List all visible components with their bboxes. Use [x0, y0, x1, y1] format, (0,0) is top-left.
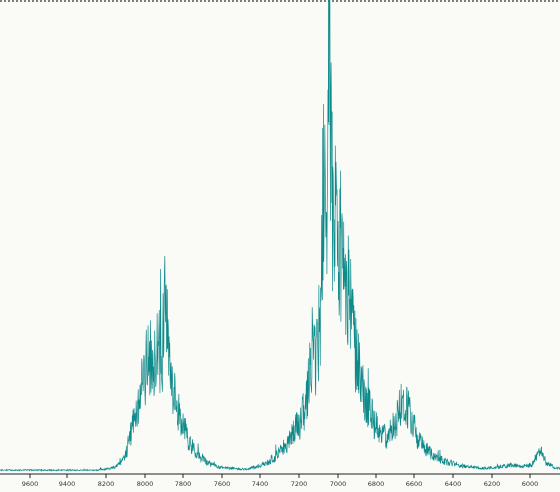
x-tick-label: 6200: [484, 480, 501, 488]
x-tick-label: 6800: [368, 480, 385, 488]
x-tick-label: 7000: [330, 480, 347, 488]
x-tick-label: 7600: [214, 480, 231, 488]
x-tick-label: 7800: [175, 480, 192, 488]
x-tick-label: 6600: [406, 480, 423, 488]
x-tick-label: 6400: [445, 480, 462, 488]
x-tick-label: 7200: [291, 480, 308, 488]
x-axis-ticks: 9600 9400 8200 8000 7800 7600 7400 7200 7000 6800…: [22, 474, 539, 488]
x-tick-label: 8200: [98, 480, 115, 488]
x-tick-label: 7400: [252, 480, 269, 488]
spectrum-chart: 9600 9400 8200 8000 7800 7600 7400 7200 7000 6800…: [0, 0, 560, 488]
x-tick-label: 9400: [59, 480, 76, 488]
x-tick-label: 8000: [137, 480, 154, 488]
x-tick-label: 6000: [522, 480, 539, 488]
spectrum-line: [0, 0, 560, 472]
x-tick-label: 9600: [22, 480, 39, 488]
series-layer: [0, 0, 560, 472]
